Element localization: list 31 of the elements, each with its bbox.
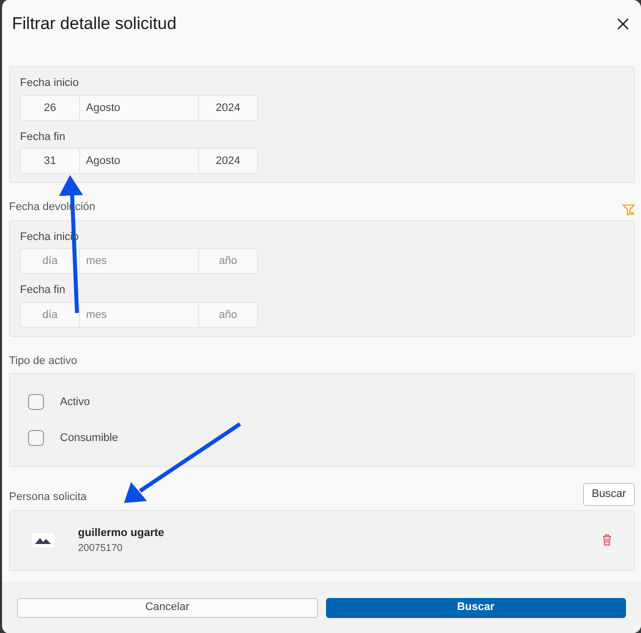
field-label: Fecha fin xyxy=(20,130,66,144)
checkbox[interactable] xyxy=(28,394,44,410)
month-field[interactable]: mes xyxy=(80,302,199,328)
month-field[interactable]: Agosto xyxy=(80,94,199,120)
field-label: Fecha fin xyxy=(20,283,66,298)
day-field[interactable]: día xyxy=(20,302,80,328)
person-code: 20075170 xyxy=(78,542,124,556)
trash-icon[interactable] xyxy=(602,534,612,546)
checkbox-label: Consumible xyxy=(60,430,118,446)
day-field[interactable]: 31 xyxy=(20,148,80,174)
year-field[interactable]: 2024 xyxy=(199,148,258,174)
dialog-title: Filtrar detalle solicitud xyxy=(12,13,176,36)
person-name: guillermo ugarte xyxy=(78,526,166,540)
section-label: Tipo de activo xyxy=(9,354,78,368)
month-field[interactable]: mes xyxy=(80,248,199,274)
close-icon[interactable] xyxy=(615,16,631,32)
year-field[interactable]: 2024 xyxy=(199,94,258,120)
field-label: Fecha inicio xyxy=(20,76,79,91)
cancel-button[interactable]: Cancelar xyxy=(17,598,318,618)
month-field[interactable]: Agosto xyxy=(80,148,199,174)
checkbox-label: Activo xyxy=(60,394,90,410)
section-label: Persona solicita xyxy=(9,490,87,505)
image-placeholder-icon xyxy=(32,533,54,548)
year-field[interactable]: año xyxy=(199,302,258,328)
search-button[interactable]: Buscar xyxy=(326,598,626,618)
search-button[interactable]: Buscar xyxy=(582,483,635,506)
filter-clear-icon[interactable] xyxy=(622,204,635,216)
day-field[interactable]: día xyxy=(20,248,80,274)
checkbox[interactable] xyxy=(28,430,44,446)
day-field[interactable]: 26 xyxy=(20,94,80,120)
year-field[interactable]: año xyxy=(199,248,258,274)
